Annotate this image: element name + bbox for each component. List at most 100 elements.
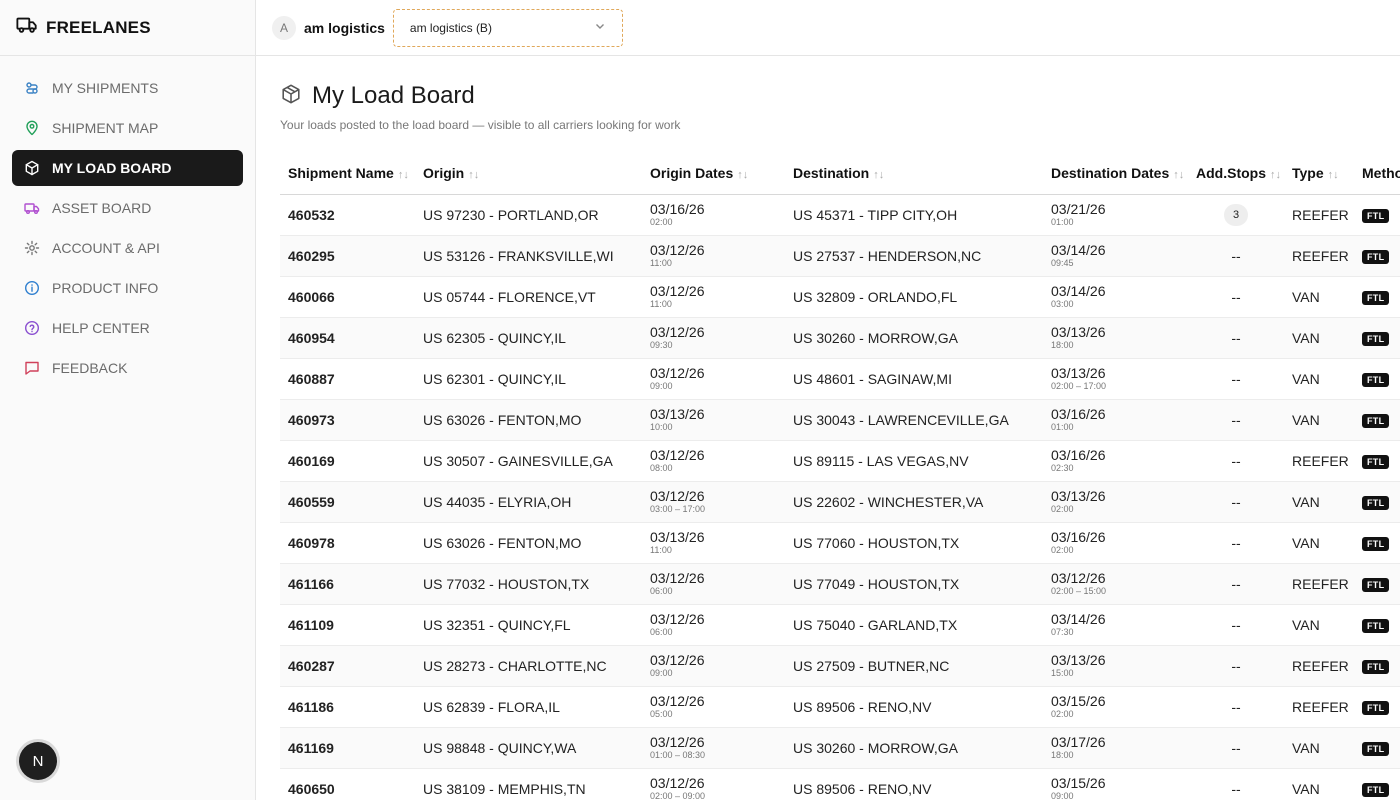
column-header-method[interactable]: Metho: [1354, 152, 1400, 195]
cell-shipment-name[interactable]: 460066: [280, 276, 415, 318]
info-icon: [24, 280, 40, 296]
cell-origin: US 44035 - ELYRIA,OH: [415, 481, 642, 523]
cell-method: FTL: [1354, 276, 1400, 318]
sidebar-item-help-center[interactable]: HELP CENTER: [12, 310, 243, 346]
cell-shipment-name[interactable]: 460973: [280, 399, 415, 441]
cell-shipment-name[interactable]: 460169: [280, 440, 415, 482]
origin-time: 02:00: [650, 216, 673, 227]
sidebar-item-label: FEEDBACK: [52, 360, 128, 376]
avatar[interactable]: A: [272, 15, 296, 40]
gear-icon: [24, 240, 40, 256]
table-row[interactable]: 460066 US 05744 - FLORENCE,VT 03/12/26 11:0…: [280, 276, 1400, 318]
main-content: My Load Board Your loads posted to the l…: [256, 56, 1400, 800]
column-header-destination-dates[interactable]: Destination Dates ↑↓: [1043, 152, 1188, 195]
cell-add-stops: --: [1188, 481, 1284, 523]
cell-destination: US 89115 - LAS VEGAS,NV: [785, 440, 1043, 482]
cell-shipment-name[interactable]: 461169: [280, 727, 415, 769]
package-icon: [280, 83, 312, 110]
method-badge: FTL: [1362, 701, 1390, 715]
sidebar-item-feedback[interactable]: FEEDBACK: [12, 350, 243, 386]
cell-destination-dates: 03/13/26 02:00: [1043, 481, 1188, 523]
sidebar-item-my-shipments[interactable]: MY SHIPMENTS: [12, 70, 243, 106]
origin-time: 09:00: [650, 667, 673, 678]
cell-shipment-name[interactable]: 460295: [280, 235, 415, 277]
cell-origin-dates: 03/12/26 08:00: [642, 440, 785, 482]
table-row[interactable]: 460954 US 62305 - QUINCY,IL 03/12/26 09:30 U…: [280, 317, 1400, 359]
assistant-button[interactable]: N: [19, 742, 57, 780]
origin-date: 03/16/26: [650, 200, 705, 217]
cell-add-stops: --: [1188, 399, 1284, 441]
column-header-shipment-name[interactable]: Shipment Name ↑↓: [280, 152, 415, 195]
cell-destination: US 30260 - MORROW,GA: [785, 317, 1043, 359]
method-badge: FTL: [1362, 209, 1390, 223]
stops-empty: --: [1231, 493, 1241, 510]
cell-shipment-name[interactable]: 460650: [280, 768, 415, 800]
table-row[interactable]: 461166 US 77032 - HOUSTON,TX 03/12/26 06:00…: [280, 563, 1400, 605]
cell-shipment-name[interactable]: 460287: [280, 645, 415, 687]
table-row[interactable]: 460532 US 97230 - PORTLAND,OR 03/16/26 02:0…: [280, 194, 1400, 236]
sort-icon[interactable]: ↑↓: [398, 169, 409, 181]
table-row[interactable]: 460650 US 38109 - MEMPHIS,TN 03/12/26 02:00…: [280, 768, 1400, 800]
company-select[interactable]: am logistics (B): [392, 8, 623, 47]
table-row[interactable]: 460559 US 44035 - ELYRIA,OH 03/12/26 03:00 …: [280, 481, 1400, 523]
cell-method: FTL: [1354, 399, 1400, 441]
help-circle-icon: [24, 320, 40, 336]
cell-shipment-name[interactable]: 461109: [280, 604, 415, 646]
method-badge: FTL: [1362, 332, 1390, 346]
cell-shipment-name[interactable]: 461166: [280, 563, 415, 605]
column-header-destination[interactable]: Destination ↑↓: [785, 152, 1043, 195]
method-badge: FTL: [1362, 455, 1390, 469]
cell-destination-dates: 03/17/26 18:00: [1043, 727, 1188, 769]
cell-method: FTL: [1354, 645, 1400, 687]
sort-icon[interactable]: ↑↓: [1328, 169, 1339, 181]
cell-type: VAN: [1284, 317, 1354, 359]
table-row[interactable]: 461169 US 98848 - QUINCY,WA 03/12/26 01:00 …: [280, 727, 1400, 769]
table-row[interactable]: 460887 US 62301 - QUINCY,IL 03/12/26 09:00 U…: [280, 358, 1400, 400]
column-header-origin[interactable]: Origin ↑↓: [415, 152, 642, 195]
sidebar-item-shipment-map[interactable]: SHIPMENT MAP: [12, 110, 243, 146]
cell-destination-dates: 03/13/26 15:00: [1043, 645, 1188, 687]
table-row[interactable]: 461186 US 62839 - FLORA,IL 03/12/26 05:00 US…: [280, 686, 1400, 728]
sort-icon[interactable]: ↑↓: [737, 169, 748, 181]
cell-shipment-name[interactable]: 460887: [280, 358, 415, 400]
cell-type: REEFER: [1284, 440, 1354, 482]
cell-shipment-name[interactable]: 460532: [280, 194, 415, 236]
truck-icon: [24, 200, 40, 216]
sidebar-item-asset-board[interactable]: ASSET BOARD: [12, 190, 243, 226]
sidebar-item-product-info[interactable]: PRODUCT INFO: [12, 270, 243, 306]
cell-type: REEFER: [1284, 194, 1354, 236]
cell-type: VAN: [1284, 522, 1354, 564]
origin-date: 03/12/26: [650, 610, 705, 627]
cell-shipment-name[interactable]: 461186: [280, 686, 415, 728]
cell-add-stops: --: [1188, 604, 1284, 646]
cell-method: FTL: [1354, 481, 1400, 523]
table-row[interactable]: 460978 US 63026 - FENTON,MO 03/13/26 11:00 U…: [280, 522, 1400, 564]
method-badge: FTL: [1362, 496, 1390, 510]
sidebar-item-account-api[interactable]: ACCOUNT & API: [12, 230, 243, 266]
sort-icon[interactable]: ↑↓: [1270, 169, 1281, 181]
cell-origin-dates: 03/16/26 02:00: [642, 194, 785, 236]
column-header-add-stops[interactable]: Add.Stops ↑↓: [1188, 152, 1284, 195]
cell-destination: US 77049 - HOUSTON,TX: [785, 563, 1043, 605]
method-badge: FTL: [1362, 742, 1390, 756]
sort-icon[interactable]: ↑↓: [468, 169, 479, 181]
cell-add-stops: --: [1188, 276, 1284, 318]
table-row[interactable]: 460295 US 53126 - FRANKSVILLE,WI 03/12/26 1…: [280, 235, 1400, 277]
origin-time: 02:00 – 09:00: [650, 790, 706, 800]
cell-shipment-name[interactable]: 460978: [280, 522, 415, 564]
table-row[interactable]: 460169 US 30507 - GAINESVILLE,GA 03/12/26 0…: [280, 440, 1400, 482]
column-header-type[interactable]: Type ↑↓: [1284, 152, 1354, 195]
cell-add-stops: --: [1188, 727, 1284, 769]
sort-icon[interactable]: ↑↓: [1173, 169, 1184, 181]
destination-time: 02:30: [1051, 462, 1074, 473]
sort-icon[interactable]: ↑↓: [873, 169, 884, 181]
origin-date: 03/12/26: [650, 487, 705, 504]
brand[interactable]: FREELANES: [0, 0, 255, 56]
sidebar-item-my-load-board[interactable]: MY LOAD BOARD: [12, 150, 243, 186]
cell-shipment-name[interactable]: 460954: [280, 317, 415, 359]
table-row[interactable]: 461109 US 32351 - QUINCY,FL 03/12/26 06:00 U…: [280, 604, 1400, 646]
column-header-origin-dates[interactable]: Origin Dates ↑↓: [642, 152, 785, 195]
table-row[interactable]: 460287 US 28273 - CHARLOTTE,NC 03/12/26 09:…: [280, 645, 1400, 687]
cell-shipment-name[interactable]: 460559: [280, 481, 415, 523]
table-row[interactable]: 460973 US 63026 - FENTON,MO 03/13/26 10:00 U…: [280, 399, 1400, 441]
